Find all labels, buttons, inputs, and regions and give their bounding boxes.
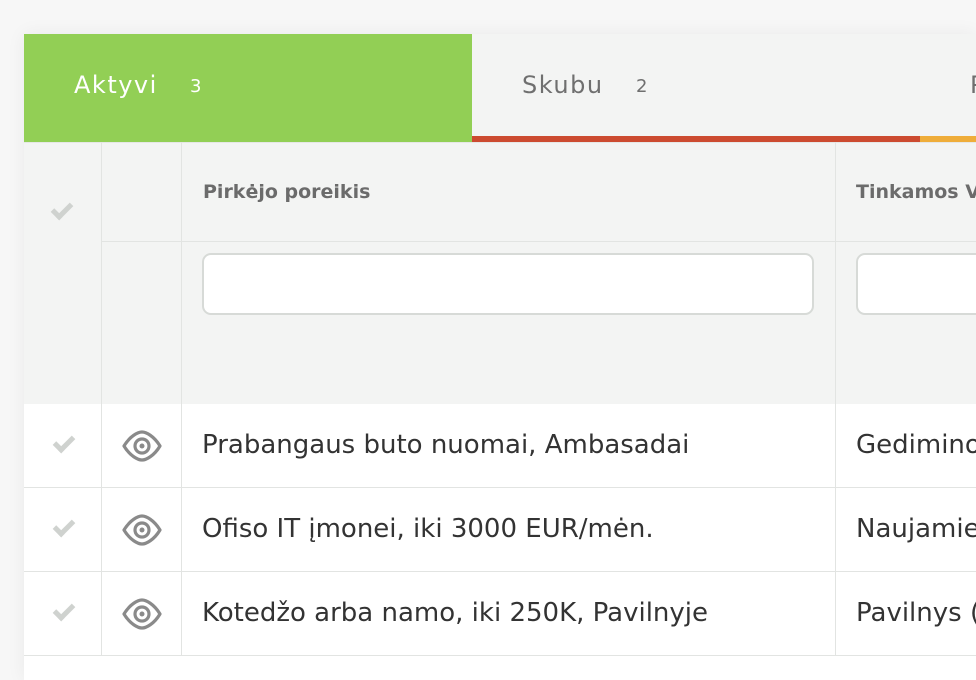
filter-cell-objects [836,242,976,404]
check-icon [52,430,76,454]
row-need-text: Kotedžo arba namo, iki 250K, Pavilnyje [202,598,709,628]
row-select-cell[interactable] [24,404,102,488]
objects-filter-input[interactable] [856,253,976,315]
table-row: Prabangaus buto nuomai, Ambasadai Gedimi… [24,404,976,488]
view-column-filter [102,242,182,404]
table-row: Ofiso IT įmonei, iki 3000 EUR/mėn. Nauja… [24,488,976,572]
tab-urgent[interactable]: Skubu 2 [472,34,920,142]
filter-cell-need [182,242,836,404]
row-object-cell: Gedimino [836,404,976,488]
row-need-cell: Prabangaus buto nuomai, Ambasadai [182,404,836,488]
row-view-cell [102,488,182,572]
tab-label: P [970,71,976,99]
tab-third[interactable]: P [920,34,976,142]
leads-table: Pirkėjo poreikis Tinkamos V Prabangaus b… [24,142,976,680]
status-tabs: Aktyvi 3 Skubu 2 P [24,34,976,142]
eye-icon[interactable] [122,596,162,632]
row-object-text: Gedimino [856,430,976,460]
tab-active[interactable]: Aktyvi 3 [24,34,472,142]
view-column-header [102,142,182,242]
tab-count: 2 [636,76,648,97]
eye-icon[interactable] [122,428,162,464]
tab-count: 3 [190,76,202,97]
column-header-label: Pirkėjo poreikis [203,181,371,203]
row-need-text: Ofiso IT įmonei, iki 3000 EUR/mėn. [202,514,654,544]
row-object-cell: Naujamie [836,488,976,572]
tab-label: Aktyvi [74,71,158,99]
row-need-cell: Ofiso IT įmonei, iki 3000 EUR/mėn. [182,488,836,572]
row-view-cell [102,404,182,488]
row-select-cell[interactable] [24,488,102,572]
check-icon [52,598,76,622]
eye-icon[interactable] [122,512,162,548]
row-need-text: Prabangaus buto nuomai, Ambasadai [202,430,690,460]
tab-label: Skubu [522,71,604,99]
check-icon [52,514,76,538]
column-header-objects[interactable]: Tinkamos V [836,142,976,242]
need-filter-input[interactable] [202,253,814,315]
check-icon [50,197,74,221]
column-header-need[interactable]: Pirkėjo poreikis [182,142,836,242]
leads-panel: Aktyvi 3 Skubu 2 P Pirkėjo poreikis Tink… [24,34,976,680]
row-object-text: Pavilnys ( [856,598,976,628]
table-row: Kotedžo arba namo, iki 250K, Pavilnyje P… [24,572,976,656]
row-select-cell[interactable] [24,572,102,656]
row-view-cell [102,572,182,656]
select-all-header[interactable] [24,142,102,404]
row-need-cell: Kotedžo arba namo, iki 250K, Pavilnyje [182,572,836,656]
row-object-text: Naujamie [856,514,976,544]
column-header-label: Tinkamos V [856,181,976,203]
row-object-cell: Pavilnys ( [836,572,976,656]
